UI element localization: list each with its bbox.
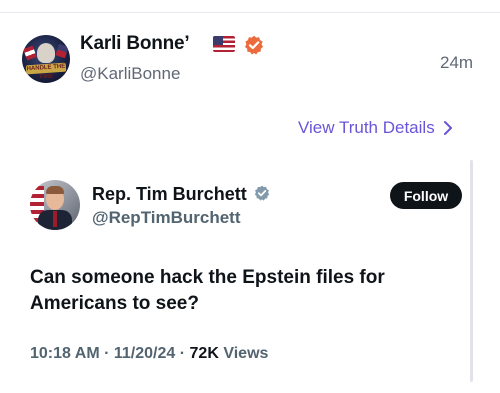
meta-separator: ·	[179, 345, 190, 362]
embed-avatar-tie	[53, 211, 57, 227]
embed-views-label: Views	[223, 345, 269, 362]
embed-post-date[interactable]: 11/20/24	[114, 345, 175, 362]
avatar-figure	[37, 43, 55, 63]
author-name[interactable]: Karli Bonne’	[80, 33, 190, 55]
scroll-indicator	[470, 160, 473, 382]
us-flag-icon	[213, 36, 235, 52]
view-truth-details-label: View Truth Details	[298, 118, 435, 137]
avatar-banner-text: HANDLE THE FIRE	[26, 63, 66, 81]
verified-gray-badge-icon	[254, 185, 270, 201]
embed-author-avatar[interactable]	[30, 180, 80, 230]
top-divider	[0, 12, 500, 13]
follow-button[interactable]: Follow	[390, 182, 462, 209]
embed-author-name[interactable]: Rep. Tim Burchett	[92, 184, 247, 205]
avatar-banner: HANDLE THE FIRE	[25, 62, 67, 81]
embed-post-text: Can someone hack the Epstein files for A…	[30, 267, 385, 314]
embed-author-handle[interactable]: @RepTimBurchett	[92, 208, 241, 228]
chevron-right-icon	[443, 121, 452, 135]
view-truth-details-link[interactable]: View Truth Details	[298, 118, 453, 138]
verified-badge-icon	[245, 35, 263, 55]
embed-avatar-hair	[46, 186, 64, 194]
meta-separator: ·	[104, 345, 114, 362]
post-timestamp: 24m	[440, 53, 474, 72]
avatar-flag-left	[23, 45, 37, 61]
embed-views-count: 72K	[189, 345, 219, 362]
author-handle[interactable]: @KarliBonne	[80, 64, 180, 84]
embed-post-time[interactable]: 10:18 AM	[30, 345, 100, 362]
embed-post-meta: 10:18 AM · 11/20/24 · 72K Views	[30, 345, 268, 363]
avatar-flag-right	[55, 43, 69, 59]
author-avatar[interactable]: HANDLE THE FIRE	[22, 35, 70, 83]
